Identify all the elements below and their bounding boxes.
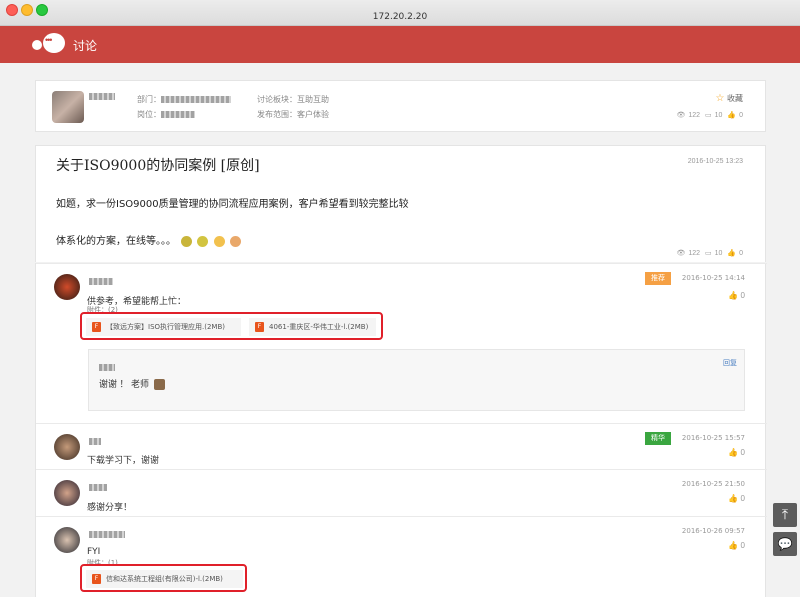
reply-item: 推荐 2016-10-25 14:14 👍 0 供参考，希望能帮上忙： 附件：(… <box>36 263 767 423</box>
nested-reply-text: 谢谢 ！ 老师 <box>99 377 165 391</box>
highlight-box <box>80 564 247 592</box>
page-body: 部门： 岗位： 讨论板块：互助互助 发布范围：客户体验 ☆ 收藏 👁 122 ▭ 1… <box>0 63 800 597</box>
page-title: 讨论 <box>73 39 98 53</box>
handshake-emoji-icon <box>229 235 241 247</box>
reply-like-button[interactable]: 👍 0 <box>728 541 745 550</box>
reply-author-name[interactable] <box>89 273 113 291</box>
star-icon: ☆ <box>715 93 725 104</box>
reply-like-button[interactable]: 👍 0 <box>728 291 745 300</box>
essence-tag: 精华 <box>645 432 671 445</box>
post-stats: 👁 122 ▭ 10 👍 0 <box>676 250 743 257</box>
chat-logo-icon <box>32 40 42 50</box>
comment-float-button[interactable]: 💬 <box>773 532 797 556</box>
reply-item: 2016-10-26 09:57 👍 0 FYI 附件：(1) F 信和达系统工程… <box>36 516 767 597</box>
reply-author-name[interactable] <box>89 433 101 451</box>
post-body-line-2: 体系化的方案，在线等。。。 <box>56 232 241 247</box>
recommend-tag: 推荐 <box>645 272 671 285</box>
arrow-up-icon: ⤒ <box>781 506 789 522</box>
chat-bubble-icon <box>43 33 65 53</box>
post-card: 关于ISO9000的协同案例 [原创] 2016-10-25 13:23 如题，… <box>35 145 766 262</box>
author-scope: 发布范围：客户体验 <box>257 110 329 119</box>
app-header: 讨论 <box>0 26 800 63</box>
reply-item: 2016-10-25 21:50 👍 0 感谢分享！ <box>36 469 767 516</box>
eye-icon: 👁 <box>676 250 686 257</box>
author-dept: 部门： <box>137 94 231 105</box>
reply-author-name[interactable] <box>89 526 125 544</box>
favorite-button[interactable]: ☆ 收藏 <box>715 93 743 104</box>
post-title: 关于ISO9000的协同案例 [原创] <box>56 158 260 174</box>
back-to-top-button[interactable]: ⤒ <box>773 503 797 527</box>
author-stats: 👁 122 ▭ 10 👍 0 <box>676 112 743 119</box>
reply-date: 2016-10-25 14:14 <box>681 274 745 282</box>
reply-date: 2016-10-26 09:57 <box>681 527 745 535</box>
reply-date: 2016-10-25 15:57 <box>681 434 745 442</box>
reply-like-button[interactable]: 👍 0 <box>728 448 745 457</box>
post-body-line-1: 如题，求一份ISO9000质量管理的协同流程应用案例，客户希望看到较完整比较 <box>56 199 409 210</box>
reply-list: 推荐 2016-10-25 14:14 👍 0 供参考，希望能帮上忙： 附件：(… <box>35 263 767 597</box>
thumbs-up-icon: 👍 <box>727 112 737 119</box>
reply-date: 2016-10-25 21:50 <box>681 480 745 488</box>
reply-text: 下载学习下，谢谢 <box>87 456 160 466</box>
url-label: 172.20.2.20 <box>372 12 428 22</box>
author-role: 岗位： <box>137 109 195 120</box>
surprised-emoji-icon <box>213 235 225 247</box>
author-card: 部门： 岗位： 讨论板块：互助互助 发布范围：客户体验 ☆ 收藏 👁 122 ▭ 1… <box>35 80 766 132</box>
reply-text: FYI <box>87 547 101 557</box>
nested-reply-author[interactable] <box>99 359 115 377</box>
author-name[interactable] <box>89 92 115 101</box>
reply-avatar[interactable] <box>54 480 80 506</box>
pear-emoji-icon <box>197 235 209 247</box>
thumbs-up-icon: 👍 <box>727 250 737 257</box>
reply-like-button[interactable]: 👍 0 <box>728 494 745 503</box>
highlight-box <box>80 312 383 340</box>
author-avatar[interactable] <box>52 91 84 123</box>
nested-reply-button[interactable]: 回复 <box>723 358 737 368</box>
reply-author-name[interactable] <box>89 479 107 497</box>
comment-icon: ▭ <box>705 112 712 119</box>
reply-avatar[interactable] <box>54 527 80 553</box>
pear-emoji-icon <box>181 235 193 247</box>
eye-icon: 👁 <box>676 112 686 119</box>
reply-text: 感谢分享！ <box>87 503 133 513</box>
nested-reply: 回复 谢谢 ！ 老师 <box>88 349 745 411</box>
browser-titlebar: 172.20.2.20 <box>0 0 800 26</box>
coffee-emoji-icon <box>153 379 165 391</box>
post-date: 2016-10-25 13:23 <box>687 158 743 165</box>
reply-avatar[interactable] <box>54 434 80 460</box>
author-board: 讨论板块：互助互助 <box>257 95 329 104</box>
reply-avatar[interactable] <box>54 274 80 300</box>
reply-item: 精华 2016-10-25 15:57 👍 0 下载学习下，谢谢 <box>36 423 767 469</box>
comment-icon: 💬 <box>777 537 793 551</box>
comment-icon: ▭ <box>705 250 712 257</box>
